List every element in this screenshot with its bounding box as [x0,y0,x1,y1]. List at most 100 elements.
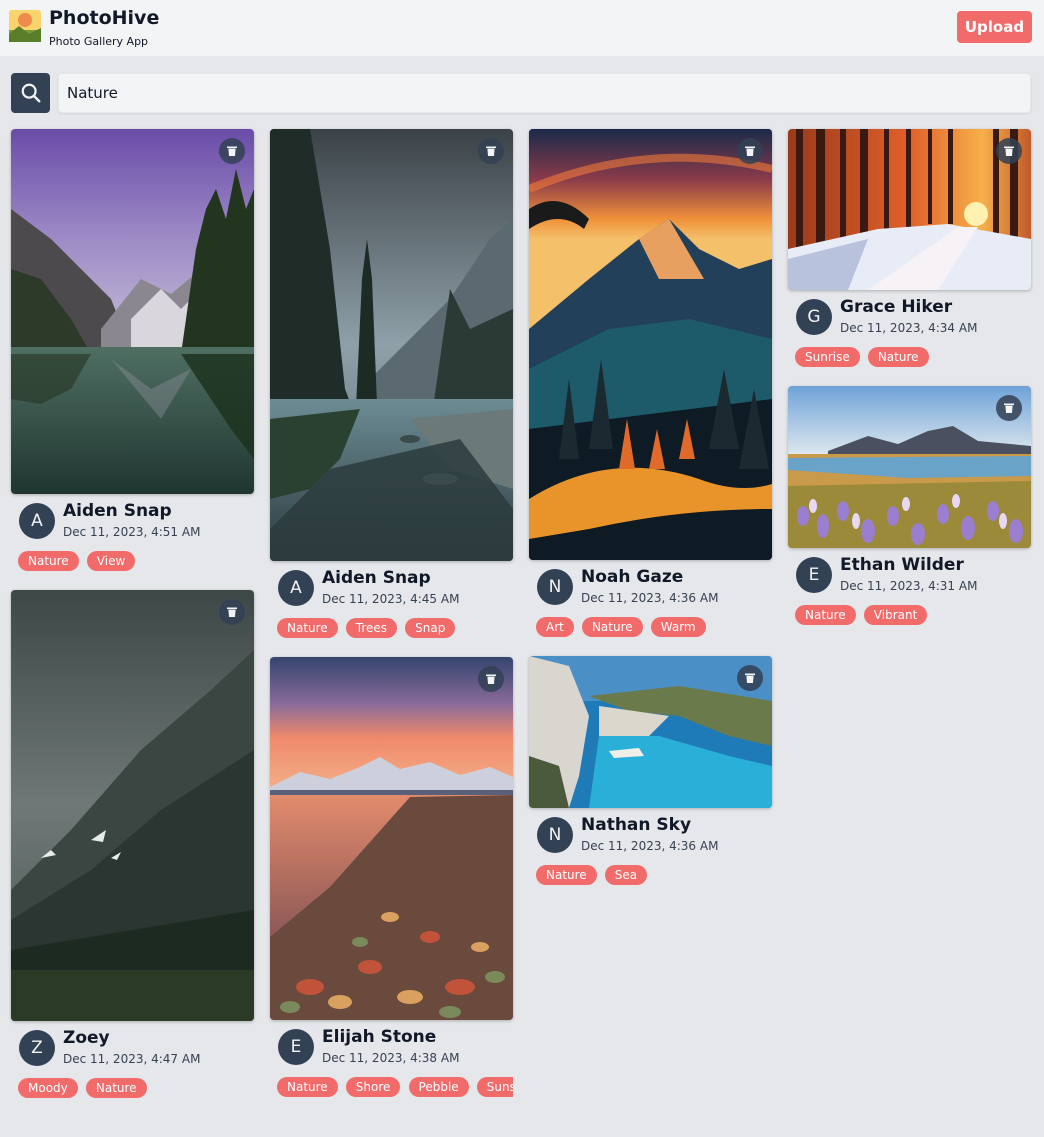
tag-list: Moody Nature [11,1077,254,1099]
tag[interactable]: Snap [405,618,456,638]
app-title: PhotoHive [49,7,160,29]
photo-image[interactable] [529,129,772,560]
tag[interactable]: Trees [345,618,398,638]
avatar[interactable]: E [278,1029,314,1065]
photo-image[interactable] [270,657,513,1020]
delete-button[interactable] [996,138,1022,164]
post-date: Dec 11, 2023, 4:36 AM [581,839,719,853]
photo-card[interactable]: N Noah Gaze Dec 11, 2023, 4:36 AM Art Na… [529,129,772,638]
post-date: Dec 11, 2023, 4:36 AM [581,591,719,605]
tag[interactable]: Pebble [408,1077,469,1097]
trash-icon [227,607,237,617]
tag[interactable]: Art [536,617,574,637]
tag[interactable]: Shore [345,1077,401,1097]
photo-card[interactable]: A Aiden Snap Dec 11, 2023, 4:51 AM Natur… [11,129,254,572]
tag-list: Nature Trees Snap [270,617,513,639]
tag[interactable]: View [86,551,136,571]
author-name[interactable]: Aiden Snap [322,568,431,588]
post-date: Dec 11, 2023, 4:38 AM [322,1051,460,1065]
tag-list: Sunrise Nature [788,346,1031,368]
tag[interactable]: Warm [650,617,706,637]
post-meta: A Aiden Snap Dec 11, 2023, 4:45 AM [270,561,513,607]
tag[interactable]: Sunset [476,1077,513,1097]
upload-button[interactable]: Upload [957,11,1032,43]
post-meta: G Grace Hiker Dec 11, 2023, 4:34 AM [788,290,1031,336]
search-input[interactable] [58,73,1031,113]
avatar[interactable]: N [537,817,573,853]
avatar[interactable]: A [19,503,55,539]
author-name[interactable]: Grace Hiker [840,297,952,317]
tag[interactable]: Sunrise [795,347,860,367]
post-meta: A Aiden Snap Dec 11, 2023, 4:51 AM [11,494,254,540]
post-date: Dec 11, 2023, 4:47 AM [63,1052,201,1066]
delete-button[interactable] [478,666,504,692]
trash-icon [1004,146,1014,156]
tag-list: Nature Sea [529,864,772,886]
post-meta: Z Zoey Dec 11, 2023, 4:47 AM [11,1021,254,1067]
photohive-logo [9,10,41,42]
author-name[interactable]: Aiden Snap [63,501,172,521]
author-name[interactable]: Noah Gaze [581,567,683,587]
tag-list: Nature View [11,550,254,572]
post-meta: N Noah Gaze Dec 11, 2023, 4:36 AM [529,560,772,606]
photo-card[interactable]: Z Zoey Dec 11, 2023, 4:47 AM Moody Natur… [11,590,254,1099]
photo-image[interactable] [270,129,513,561]
post-date: Dec 11, 2023, 4:45 AM [322,592,460,606]
photo-card[interactable]: E Elijah Stone Dec 11, 2023, 4:38 AM Nat… [270,657,513,1098]
app-subtitle: Photo Gallery App [49,35,149,48]
tag[interactable]: Nature [581,617,643,637]
delete-button[interactable] [478,138,504,164]
post-meta: E Ethan Wilder Dec 11, 2023, 4:31 AM [788,548,1031,594]
delete-button[interactable] [996,395,1022,421]
search-icon [21,83,40,103]
photo-image[interactable] [529,656,772,808]
author-name[interactable]: Elijah Stone [322,1027,436,1047]
delete-button[interactable] [219,138,245,164]
post-meta: E Elijah Stone Dec 11, 2023, 4:38 AM [270,1020,513,1066]
tag[interactable]: Nature [795,605,856,625]
trash-icon [1004,403,1014,413]
post-date: Dec 11, 2023, 4:34 AM [840,321,978,335]
tag[interactable]: Nature [85,1078,147,1098]
trash-icon [486,146,496,156]
delete-button[interactable] [737,138,763,164]
photo-image[interactable] [11,590,254,1021]
trash-icon [486,674,496,684]
delete-button[interactable] [219,599,245,625]
photo-card[interactable]: A Aiden Snap Dec 11, 2023, 4:45 AM Natur… [270,129,513,639]
tag[interactable]: Vibrant [863,605,928,625]
tag-list: Nature Shore Pebble Sunset [270,1076,513,1098]
tag[interactable]: Nature [867,347,929,367]
photo-image[interactable] [11,129,254,494]
photo-image[interactable] [788,129,1031,290]
app-header: PhotoHive Photo Gallery App Upload [0,0,1044,56]
tag[interactable]: Sea [604,865,648,885]
trash-icon [227,146,237,156]
photo-image[interactable] [788,386,1031,548]
avatar[interactable]: Z [19,1030,55,1066]
tag[interactable]: Nature [277,618,338,638]
tag[interactable]: Nature [536,865,597,885]
post-meta: N Nathan Sky Dec 11, 2023, 4:36 AM [529,808,772,854]
tag[interactable]: Moody [18,1078,78,1098]
avatar[interactable]: N [537,569,573,605]
tag[interactable]: Nature [277,1077,338,1097]
post-date: Dec 11, 2023, 4:51 AM [63,525,201,539]
post-date: Dec 11, 2023, 4:31 AM [840,579,978,593]
tag[interactable]: Nature [18,551,79,571]
trash-icon [745,673,755,683]
delete-button[interactable] [737,665,763,691]
avatar[interactable]: A [278,570,314,606]
tag-list: Art Nature Warm [529,616,772,638]
photo-card[interactable]: E Ethan Wilder Dec 11, 2023, 4:31 AM Nat… [788,386,1031,626]
author-name[interactable]: Nathan Sky [581,815,691,835]
tag-list: Nature Vibrant [788,604,1031,626]
avatar[interactable]: E [796,557,832,593]
trash-icon [745,146,755,156]
author-name[interactable]: Ethan Wilder [840,555,964,575]
search-button[interactable] [11,73,50,113]
photo-card[interactable]: G Grace Hiker Dec 11, 2023, 4:34 AM Sunr… [788,129,1031,368]
photo-card[interactable]: N Nathan Sky Dec 11, 2023, 4:36 AM Natur… [529,656,772,886]
author-name[interactable]: Zoey [63,1028,110,1048]
avatar[interactable]: G [796,299,832,335]
